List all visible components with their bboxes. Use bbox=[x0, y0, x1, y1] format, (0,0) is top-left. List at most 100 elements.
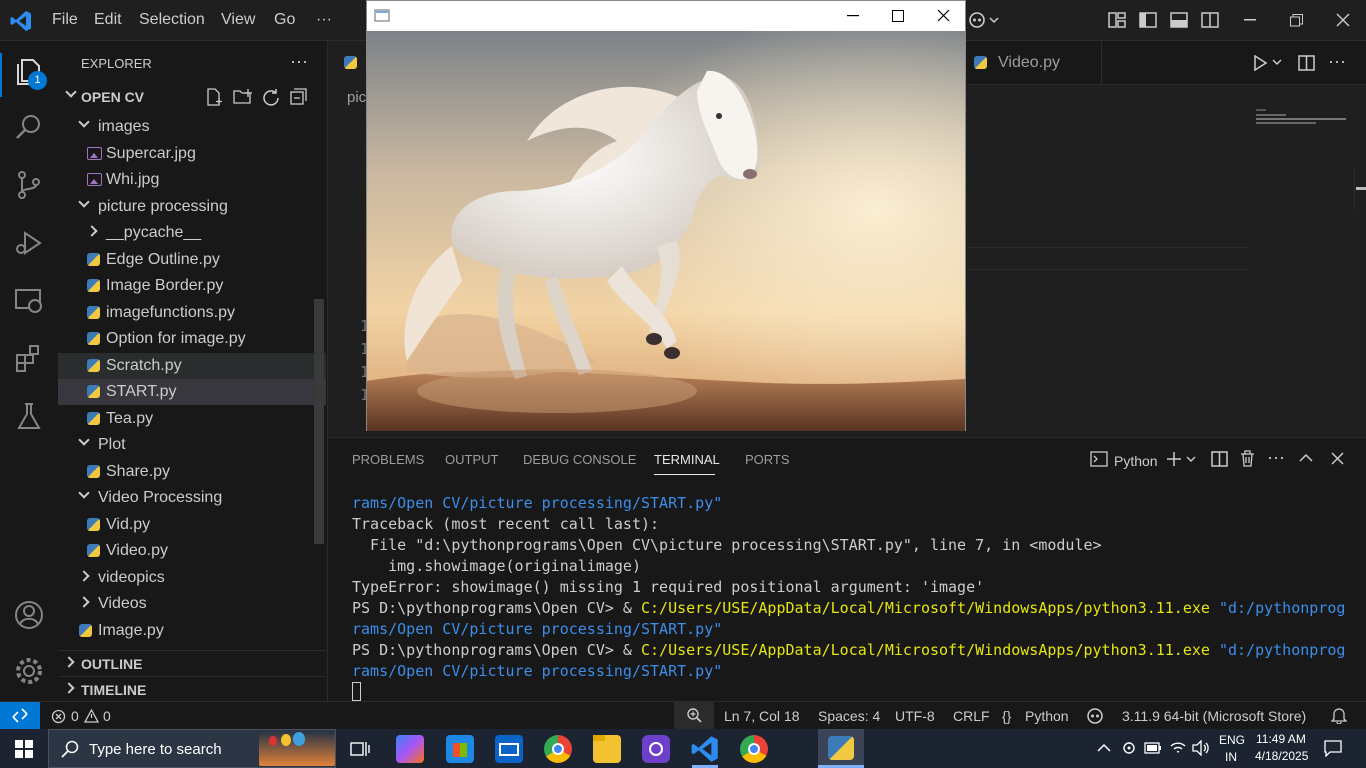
menu-more[interactable]: ··· bbox=[316, 11, 332, 29]
tab-start[interactable] bbox=[328, 41, 366, 85]
tree-item-image-border-py[interactable]: Image Border.py bbox=[58, 273, 326, 299]
python-interpreter[interactable]: 3.11.9 64-bit (Microsoft Store) bbox=[1122, 708, 1306, 724]
split-terminal-icon[interactable] bbox=[1211, 451, 1228, 467]
chrome-icon[interactable] bbox=[544, 735, 572, 763]
outline-section[interactable]: OUTLINE bbox=[58, 650, 326, 676]
clock-time[interactable]: 11:49 AM bbox=[1256, 732, 1306, 746]
indentation[interactable]: Spaces: 4 bbox=[818, 708, 880, 724]
notifications-bell-icon[interactable] bbox=[1331, 707, 1347, 724]
sidebar-scrollbar[interactable] bbox=[314, 299, 324, 544]
tree-item-option-for-image-py[interactable]: Option for image.py bbox=[58, 326, 326, 352]
github-desktop-icon[interactable] bbox=[642, 735, 670, 763]
close-panel-icon[interactable] bbox=[1331, 452, 1344, 465]
notification-center-icon[interactable] bbox=[1324, 740, 1342, 757]
minimap[interactable] bbox=[1256, 109, 1348, 129]
toggle-panel-icon[interactable] bbox=[1170, 12, 1188, 28]
remote-explorer-icon[interactable] bbox=[13, 285, 45, 317]
menu-selection[interactable]: Selection bbox=[139, 11, 205, 29]
testing-icon[interactable] bbox=[13, 401, 45, 433]
terminal-dropdown-icon[interactable] bbox=[1186, 456, 1196, 464]
opencv-image-window[interactable] bbox=[366, 0, 966, 431]
tree-item-videos[interactable]: Videos bbox=[58, 591, 326, 617]
run-dropdown-icon[interactable] bbox=[1272, 59, 1282, 67]
tree-item-image-py[interactable]: Image.py bbox=[58, 618, 326, 644]
tab-output[interactable]: OUTPUT bbox=[445, 452, 498, 467]
language-mode[interactable]: Python bbox=[1025, 708, 1069, 724]
run-file-icon[interactable] bbox=[1252, 55, 1268, 71]
tree-item-picture-processing[interactable]: picture processing bbox=[58, 194, 326, 220]
tree-item-whi-jpg[interactable]: Whi.jpg bbox=[58, 167, 326, 193]
image-maximize-icon[interactable] bbox=[892, 10, 904, 22]
tree-item-videopics[interactable]: videopics bbox=[58, 565, 326, 591]
copilot-status-icon[interactable] bbox=[1086, 707, 1104, 724]
error-count[interactable]: 0 bbox=[71, 708, 79, 724]
accounts-icon[interactable] bbox=[13, 599, 45, 631]
tab-debug-console[interactable]: DEBUG CONSOLE bbox=[523, 452, 636, 467]
language-indicator-bottom[interactable]: IN bbox=[1225, 750, 1237, 764]
file-explorer-icon[interactable] bbox=[593, 735, 621, 763]
copilot-app-icon[interactable] bbox=[396, 735, 424, 763]
warning-icon[interactable] bbox=[84, 709, 99, 723]
menu-edit[interactable]: Edit bbox=[94, 11, 122, 29]
tree-item-video-processing[interactable]: Video Processing bbox=[58, 485, 326, 511]
menu-go[interactable]: Go bbox=[274, 11, 295, 29]
language-indicator-top[interactable]: ENG bbox=[1219, 733, 1245, 747]
toggle-secondary-sidebar-icon[interactable] bbox=[1201, 12, 1219, 28]
meet-now-icon[interactable] bbox=[1121, 740, 1137, 756]
volume-icon[interactable] bbox=[1192, 740, 1210, 756]
terminal-output[interactable]: rams/Open CV/picture processing/START.py… bbox=[328, 494, 1366, 702]
windows-start-icon[interactable] bbox=[15, 740, 33, 758]
vscode-taskbar-icon[interactable] bbox=[691, 735, 719, 763]
kill-terminal-trash-icon[interactable] bbox=[1240, 450, 1255, 467]
image-window-titlebar[interactable] bbox=[367, 1, 965, 31]
end-of-line[interactable]: CRLF bbox=[953, 708, 990, 724]
collapse-all-icon[interactable] bbox=[290, 88, 308, 106]
python-window-task[interactable] bbox=[818, 729, 864, 768]
taskbar-search-box[interactable]: Type here to search bbox=[48, 729, 336, 768]
clock-date[interactable]: 4/18/2025 bbox=[1255, 749, 1308, 763]
new-terminal-icon[interactable] bbox=[1166, 451, 1182, 467]
tree-item-pycache[interactable]: __pycache__ bbox=[58, 220, 326, 246]
menu-file[interactable]: File bbox=[52, 11, 78, 29]
image-minimize-icon[interactable] bbox=[847, 15, 859, 17]
tree-item-vid-py[interactable]: Vid.py bbox=[58, 512, 326, 538]
battery-icon[interactable] bbox=[1144, 741, 1162, 755]
mail-icon[interactable] bbox=[495, 735, 523, 763]
copilot-icon[interactable] bbox=[968, 11, 1002, 29]
new-folder-icon[interactable] bbox=[233, 88, 253, 106]
tree-item-tea-py[interactable]: Tea.py bbox=[58, 406, 326, 432]
tree-item-video-py[interactable]: Video.py bbox=[58, 538, 326, 564]
new-file-icon[interactable] bbox=[205, 88, 223, 106]
toggle-sidebar-icon[interactable] bbox=[1139, 12, 1157, 28]
source-control-icon[interactable] bbox=[13, 169, 45, 201]
tab-problems[interactable]: PROBLEMS bbox=[352, 452, 424, 467]
terminal-shell-label[interactable]: Python bbox=[1114, 453, 1158, 469]
manage-gear-icon[interactable] bbox=[13, 655, 45, 687]
error-icon[interactable] bbox=[51, 709, 66, 724]
wifi-icon[interactable] bbox=[1169, 740, 1187, 756]
close-icon[interactable] bbox=[1336, 13, 1350, 27]
encoding[interactable]: UTF-8 bbox=[895, 708, 935, 724]
editor-more-button[interactable]: ··· bbox=[1328, 51, 1346, 72]
cursor-position[interactable]: Ln 7, Col 18 bbox=[724, 708, 800, 724]
show-hidden-icons-chevron-icon[interactable] bbox=[1097, 743, 1111, 753]
timeline-section[interactable]: TIMELINE bbox=[58, 676, 326, 702]
restore-icon[interactable] bbox=[1290, 14, 1303, 27]
tree-item-start-py[interactable]: START.py bbox=[58, 379, 326, 405]
image-close-icon[interactable] bbox=[937, 9, 950, 22]
panel-more-button[interactable]: ··· bbox=[1267, 447, 1285, 468]
workspace-root[interactable]: OPEN CV bbox=[58, 84, 326, 110]
tab-terminal[interactable]: TERMINAL bbox=[654, 452, 720, 467]
microsoft-store-icon[interactable] bbox=[446, 735, 474, 763]
warning-count[interactable]: 0 bbox=[103, 708, 111, 724]
tree-item-plot[interactable]: Plot bbox=[58, 432, 326, 458]
run-debug-icon[interactable] bbox=[13, 227, 45, 259]
menu-view[interactable]: View bbox=[221, 11, 255, 29]
split-editor-icon[interactable] bbox=[1298, 55, 1315, 71]
search-icon[interactable] bbox=[13, 111, 45, 143]
breadcrumb[interactable]: pic bbox=[347, 89, 366, 106]
tab-ports[interactable]: PORTS bbox=[745, 452, 790, 467]
editor-scrollbar[interactable] bbox=[1354, 167, 1366, 211]
task-view-icon[interactable] bbox=[350, 740, 370, 758]
tab-video[interactable]: Video.py bbox=[966, 41, 1102, 85]
